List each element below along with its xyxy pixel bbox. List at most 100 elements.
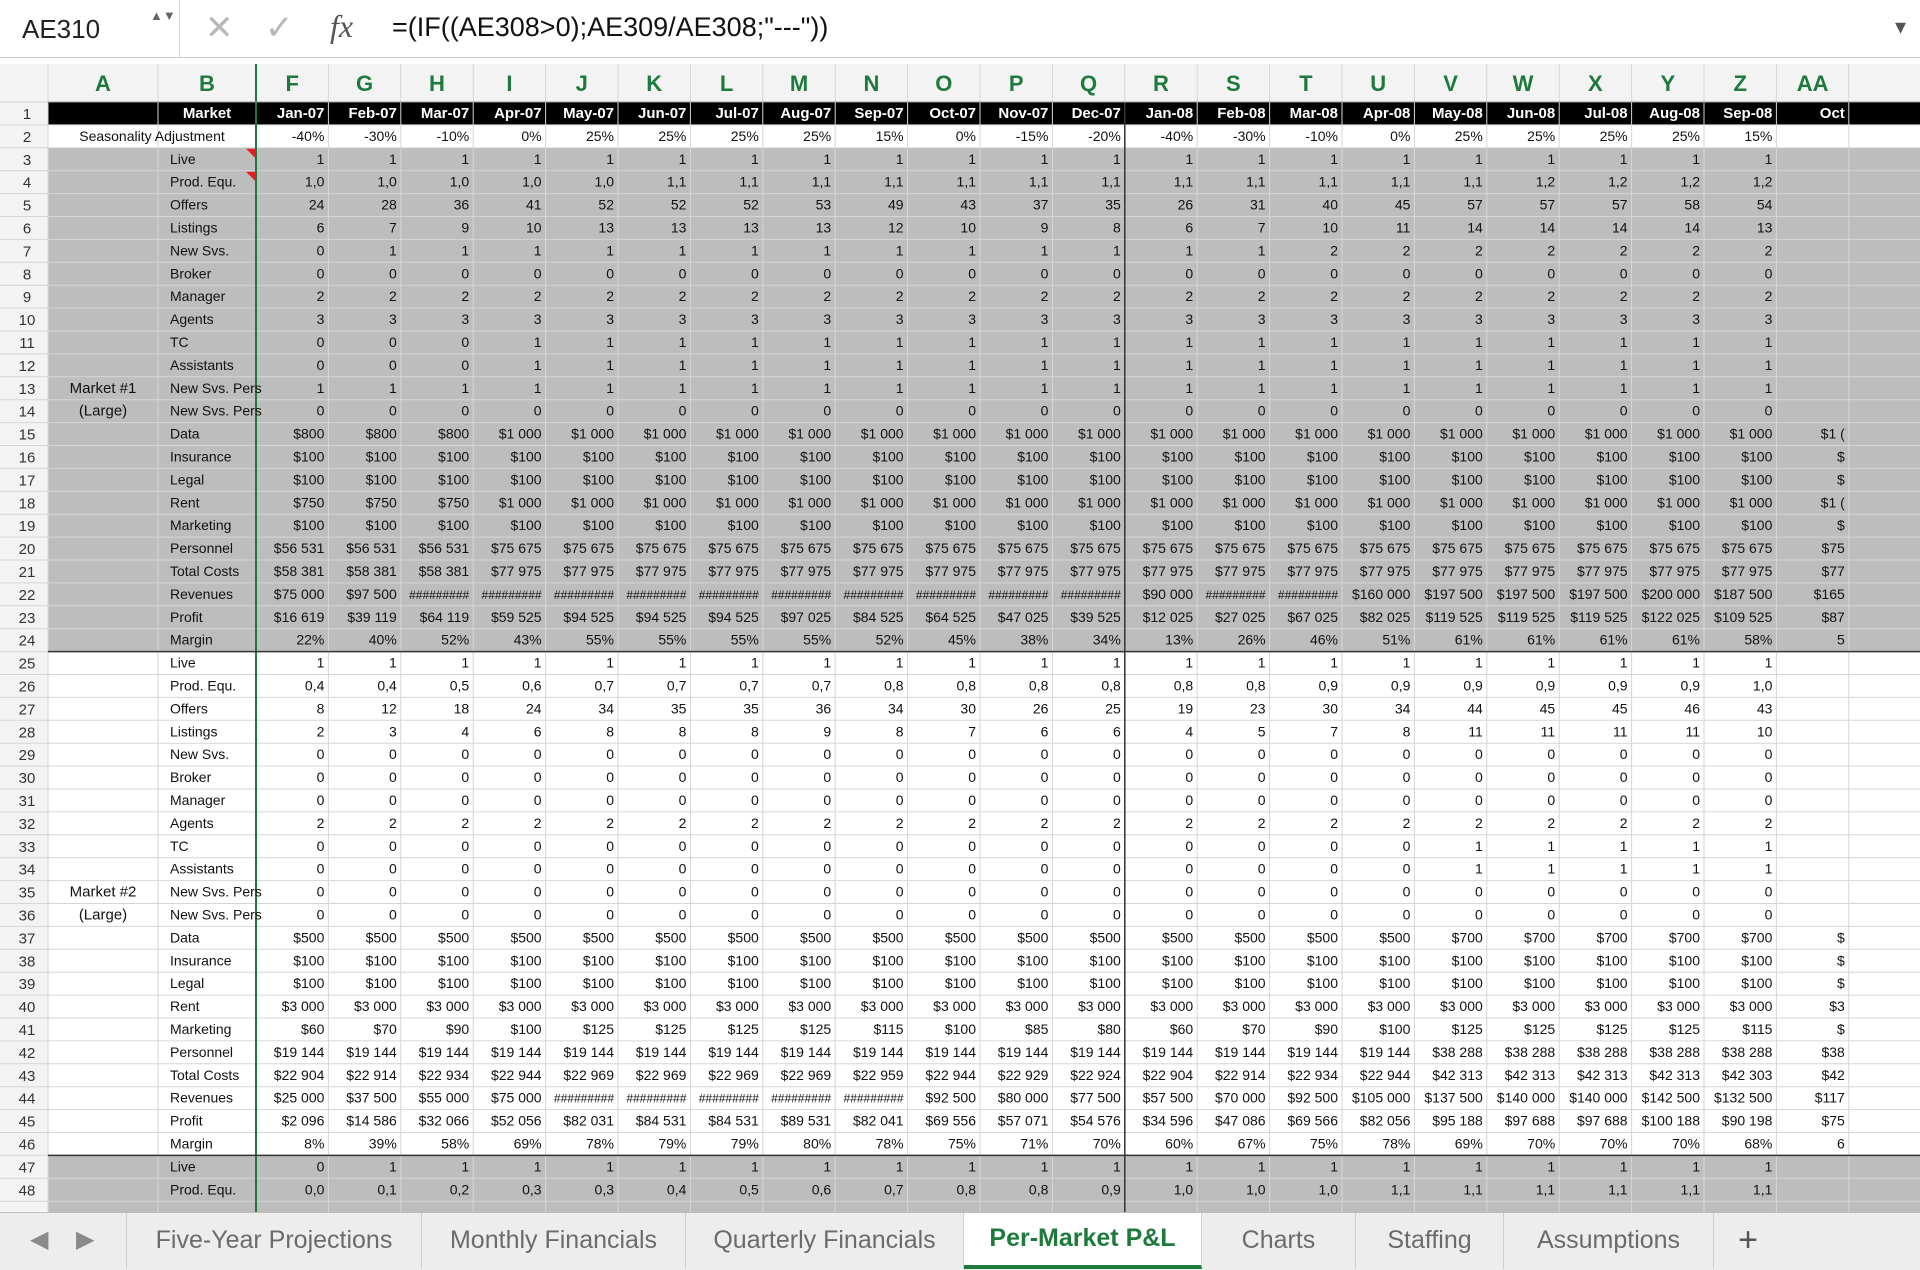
market-1-cell[interactable]: 1 [679,357,687,373]
market-2-cell[interactable]: $500 [293,929,324,945]
market-3-cell[interactable]: 1 [896,1158,904,1174]
market-1-cell[interactable]: $187 500 [1714,586,1773,602]
market-1-cell[interactable]: 0 [317,403,325,419]
market-1-cell[interactable]: 1 [534,242,542,258]
market-1-cell[interactable]: 40% [369,632,397,648]
market-1-cell[interactable]: $1 000 [571,494,614,510]
market-1-cell[interactable]: 1 [1692,334,1700,350]
market-2-cell[interactable]: $3 000 [716,998,759,1014]
market-2-cell[interactable]: 0 [1692,884,1700,900]
seasonality-cell[interactable]: -40% [1161,128,1194,144]
market-2-cell[interactable]: 2 [1403,815,1411,831]
market-2-cell[interactable]: 0 [1475,884,1483,900]
market-1-cell[interactable]: 3 [679,311,687,327]
market-2-cell[interactable]: 36 [816,700,832,716]
market-2-cell[interactable]: $100 [293,975,324,991]
market-1-cell[interactable]: 1,1 [667,174,687,190]
market-1-cell[interactable]: $100 [293,471,324,487]
market-2-label[interactable]: Margin [170,1136,213,1152]
market-1-cell[interactable]: 0 [1185,265,1193,281]
market-2-cell[interactable]: 0 [896,884,904,900]
market-2-cell[interactable]: 1 [1692,655,1700,671]
market-2-cell[interactable]: 0,9 [1319,678,1339,694]
market-2-cell[interactable]: $117 [1815,1090,1845,1106]
market-1-cell[interactable]: 1 [1113,151,1121,167]
market-1-cell[interactable]: $1 000 [788,426,831,442]
market-1-cell[interactable]: $1 000 [1006,426,1049,442]
row-number[interactable]: 46 [19,1137,36,1154]
market-1-cell[interactable]: $1 000 [644,426,687,442]
market-1-cell[interactable]: 1 [1330,151,1338,167]
market-2-cell[interactable]: 0 [461,884,469,900]
market-2-cell[interactable]: $42 313 [1649,1067,1700,1083]
market-1-cell[interactable]: 1 [1113,242,1121,258]
tab-monthly-financials[interactable]: Monthly Financials [422,1213,686,1269]
market-2-label[interactable]: Prod. Equ. [170,678,236,694]
seasonality-cell[interactable]: 0% [956,128,976,144]
market-1-cell[interactable]: 3 [1547,311,1555,327]
market-2-cell[interactable]: $80 [1097,1021,1121,1037]
market-1-cell[interactable]: $1 000 [1440,494,1483,510]
market-2-cell[interactable]: $19 144 [274,1044,325,1060]
tab-staffing[interactable]: Staffing [1356,1213,1504,1269]
market-2-cell[interactable]: $19 144 [1143,1044,1194,1060]
market-2-cell[interactable]: 0 [1765,769,1773,785]
market-2-cell[interactable]: 0 [1041,746,1049,762]
market-1-cell[interactable]: 0 [751,403,759,419]
market-1-cell[interactable]: 2 [1185,288,1193,304]
month-header-cell[interactable]: Nov-07 [998,105,1048,122]
market-1-cell[interactable]: $100 [1669,517,1700,533]
market-1-cell[interactable]: 37 [1033,197,1049,213]
market-1-cell[interactable]: 1,0 [377,174,397,190]
market-2-cell[interactable]: ######### [626,1092,686,1106]
market-2-cell[interactable]: 0 [534,907,542,923]
market-2-cell[interactable]: $100 [438,975,469,991]
market-1-cell[interactable]: $27 025 [1215,609,1266,625]
market-3-cell[interactable]: 1,1 [1536,1181,1556,1197]
market-1-cell[interactable]: 1 [1765,151,1773,167]
market-2-cell[interactable]: ######### [844,1092,904,1106]
market-1-cell[interactable]: $ [1837,471,1845,487]
seasonality-cell[interactable]: -20% [1088,128,1121,144]
market-2-cell[interactable]: 0 [534,861,542,877]
prev-sheet-icon[interactable]: ◀ [30,1225,48,1255]
market-1-cell[interactable]: 0 [461,403,469,419]
market-1-cell[interactable]: 2 [1330,288,1338,304]
market-2-cell[interactable]: 0 [896,746,904,762]
market-1-cell[interactable]: $750 [366,494,397,510]
market-3-cell[interactable]: 1 [679,1158,687,1174]
market-2-cell[interactable]: 0 [679,907,687,923]
market-1-cell[interactable]: $77 975 [925,563,976,579]
market-3-cell[interactable]: 1,1 [1463,1181,1483,1197]
market-1-cell[interactable]: $100 [1234,517,1265,533]
market-1-cell[interactable]: $ [1837,517,1845,533]
market-1-cell[interactable]: 0 [461,265,469,281]
column-letter-W[interactable]: W [1513,71,1534,96]
market-1-cell[interactable]: $1 000 [1368,494,1411,510]
market-2-cell[interactable]: $100 [728,975,759,991]
market-2-cell[interactable]: 1 [1547,838,1555,854]
market-2-label[interactable]: Manager [170,792,226,808]
market-1-cell[interactable]: 1 [968,380,976,396]
market-2-cell[interactable]: $3 000 [426,998,469,1014]
market-1-cell[interactable]: $1 000 [1006,494,1049,510]
market-1-cell[interactable]: 52% [876,632,904,648]
market-2-cell[interactable]: 0 [534,792,542,808]
market-2-cell[interactable]: 2 [679,815,687,831]
market-1-cell[interactable]: 3 [1258,311,1266,327]
market-1-cell[interactable]: 0 [1113,403,1121,419]
market-1-cell[interactable]: 1 [317,151,325,167]
market-1-cell[interactable]: $77 975 [1360,563,1411,579]
market-1-cell[interactable]: $100 [1452,449,1483,465]
market-2-cell[interactable]: 0 [823,838,831,854]
row-number[interactable]: 3 [23,152,31,169]
market-1-cell[interactable]: $64 525 [925,609,976,625]
market-1-cell[interactable]: $87 [1821,609,1845,625]
market-1-label[interactable]: New Svs. Pers [170,403,262,419]
market-2-cell[interactable]: 0 [1403,838,1411,854]
market-1-cell[interactable]: 2 [679,288,687,304]
market-2-cell[interactable]: $22 929 [998,1067,1049,1083]
market-1-cell[interactable]: 13 [743,220,759,236]
market-2-cell[interactable]: $500 [1379,929,1410,945]
column-letter-N[interactable]: N [863,71,879,96]
